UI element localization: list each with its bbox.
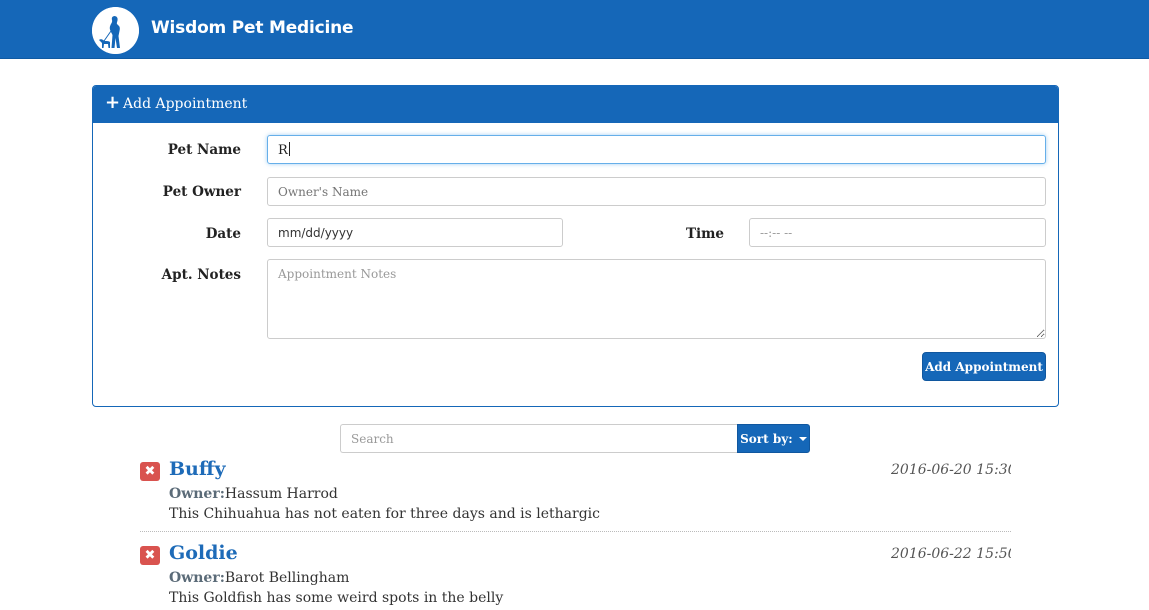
plus-icon: + [105,92,121,113]
owner-label: Owner: [169,486,225,502]
sort-by-label: Sort by: [740,431,793,446]
appointment-date: 2016-06-20 15:30 [891,462,1011,478]
apt-notes-label: Apt. Notes [161,267,241,283]
pet-owner-input[interactable] [267,177,1046,206]
text-caret [288,142,290,156]
date-label: Date [205,226,241,242]
pet-name-input[interactable]: R [267,135,1046,164]
pet-owner-label: Pet Owner [162,184,241,200]
time-label: Time [685,226,724,242]
top-navbar: Wisdom Pet Medicine [0,0,1149,59]
add-appointment-button[interactable]: Add Appointment [922,352,1046,381]
pet-name-label: Pet Name [167,142,241,158]
appointment-date: 2016-06-22 15:50 [891,546,1011,562]
dog-walker-logo-icon[interactable] [92,7,139,54]
add-appointment-toggle[interactable]: + Add Appointment [93,86,1058,123]
appointment-item: ✖ Buffy 2016-06-20 15:30 Owner:Hassum Ha… [140,458,1011,524]
remove-icon[interactable]: ✖ [140,546,160,565]
remove-icon[interactable]: ✖ [140,462,160,481]
appointment-notes[interactable]: This Chihuahua has not eaten for three d… [169,506,600,522]
owner-label: Owner: [169,570,225,586]
time-input[interactable]: --:-- -- [749,218,1046,247]
app-title[interactable]: Wisdom Pet Medicine [151,18,354,38]
owner-line: Owner:Barot Bellingham [169,570,349,586]
apt-notes-textarea[interactable] [267,259,1046,339]
pet-name[interactable]: Goldie [169,542,238,564]
appointment-notes[interactable]: This Goldfish has some weird spots in th… [169,590,503,606]
pet-name[interactable]: Buffy [169,458,226,480]
panel-heading-label: Add Appointment [123,96,248,112]
owner-name[interactable]: Barot Bellingham [225,570,349,586]
pet-name-value: R [278,143,288,158]
owner-name[interactable]: Hassum Harrod [225,486,338,502]
caret-down-icon [798,436,807,441]
date-input[interactable]: mm/dd/yyyy [267,218,563,247]
appointment-item: ✖ Goldie 2016-06-22 15:50 Owner:Barot Be… [140,542,1011,608]
owner-line: Owner:Hassum Harrod [169,486,338,502]
list-divider [140,531,1011,532]
search-input[interactable] [340,424,738,453]
sort-by-dropdown[interactable]: Sort by: [737,424,810,453]
